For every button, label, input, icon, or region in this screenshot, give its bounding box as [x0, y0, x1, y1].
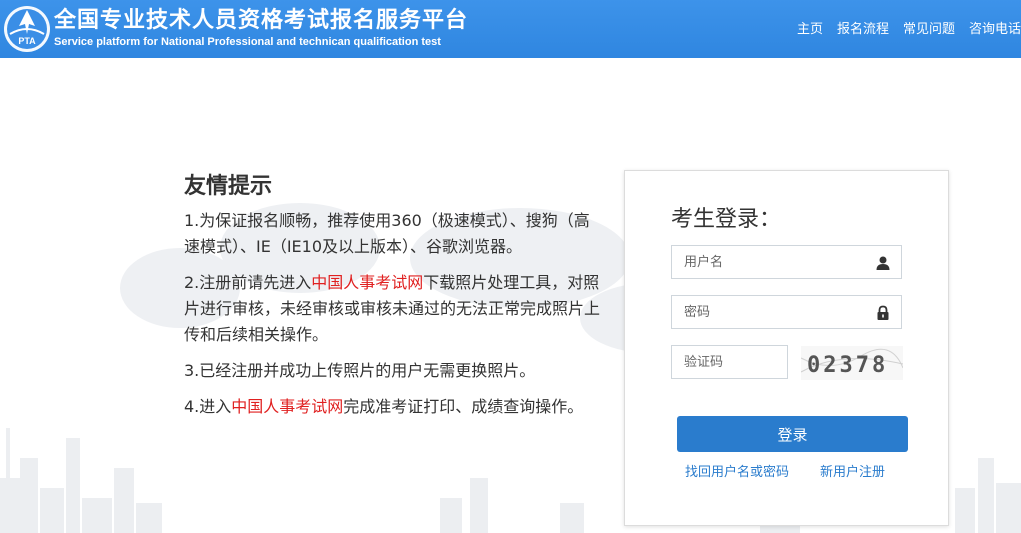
cpta-link[interactable]: 中国人事考试网: [311, 273, 423, 292]
captcha-field-wrap: [671, 345, 788, 379]
captcha-image[interactable]: 02378: [801, 346, 903, 380]
nav-faq[interactable]: 常见问题: [903, 18, 955, 37]
register-link[interactable]: 新用户注册: [820, 461, 885, 480]
password-field-wrap: [671, 295, 902, 329]
top-nav: 主页 报名流程 常见问题 咨询电话: [783, 18, 1021, 37]
username-input[interactable]: [672, 246, 862, 278]
forgot-credentials-link[interactable]: 找回用户名或密码: [685, 461, 789, 480]
captcha-text: 02378: [807, 353, 888, 378]
nav-home[interactable]: 主页: [797, 18, 823, 37]
tip-text: 3.已经注册并成功上传照片的用户无需更换照片。: [184, 361, 536, 380]
login-title: 考生登录：: [671, 207, 782, 232]
user-icon: [876, 256, 890, 270]
tip-text: 完成准考证打印、成绩查询操作。: [343, 397, 584, 416]
login-button[interactable]: 登录: [677, 416, 908, 452]
header-bar: PTA 全国专业技术人员资格考试报名服务平台 Service platform …: [0, 0, 1021, 58]
tips-title: 友情提示: [184, 174, 273, 199]
password-input[interactable]: [672, 296, 862, 328]
captcha-input[interactable]: [672, 346, 782, 378]
username-field-wrap: [671, 245, 902, 279]
tip-text: 4.进入: [184, 397, 232, 416]
tips-panel: 友情提示 1.为保证报名顺畅，推荐使用360（极速模式）、搜狗（高速模式）、IE…: [184, 168, 604, 430]
nav-hotline[interactable]: 咨询电话: [969, 18, 1021, 37]
site-subtitle: Service platform for National Profession…: [54, 36, 441, 48]
pta-logo-icon[interactable]: PTA: [2, 4, 52, 54]
cpta-link[interactable]: 中国人事考试网: [231, 397, 343, 416]
tip-item-1: 1.为保证报名顺畅，推荐使用360（极速模式）、搜狗（高速模式）、IE（IE10…: [184, 208, 604, 260]
tip-item-2: 2.注册前请先进入中国人事考试网下载照片处理工具，对照片进行审核，未经审核或审核…: [184, 270, 604, 348]
lock-icon: [877, 305, 889, 320]
tip-item-3: 3.已经注册并成功上传照片的用户无需更换照片。: [184, 358, 604, 384]
tip-text: 2.注册前请先进入: [184, 273, 312, 292]
logo-text: PTA: [18, 36, 36, 46]
tip-item-4: 4.进入中国人事考试网完成准考证打印、成绩查询操作。: [184, 394, 604, 420]
login-panel: 考生登录： 02378 登录 找回用户名或密码 新用户注册: [624, 170, 949, 526]
site-title: 全国专业技术人员资格考试报名服务平台: [54, 8, 469, 33]
tip-text: 1.为保证报名顺畅，推荐使用360（极速模式）、搜狗（高速模式）、IE（IE10…: [184, 211, 590, 256]
nav-process[interactable]: 报名流程: [837, 18, 889, 37]
